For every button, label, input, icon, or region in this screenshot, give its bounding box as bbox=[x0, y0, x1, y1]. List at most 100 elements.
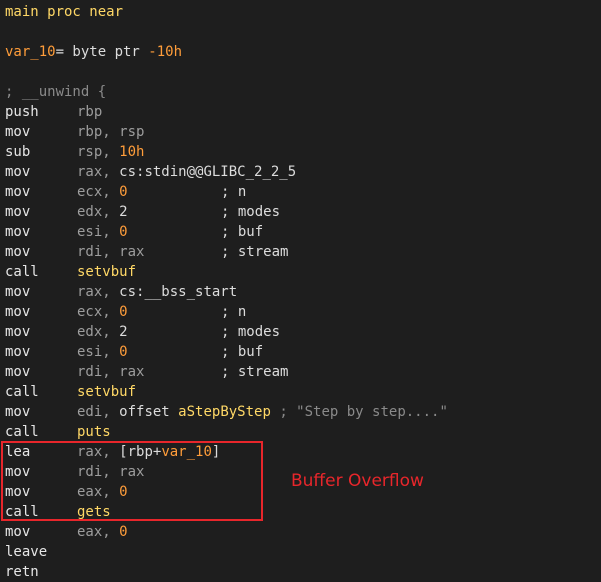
var-type: = byte ptr bbox=[55, 44, 149, 60]
register-operand: edi, bbox=[77, 404, 120, 420]
instruction-row[interactable]: retn bbox=[5, 562, 599, 582]
operands: setvbuf bbox=[77, 382, 136, 402]
proc-name[interactable]: main bbox=[5, 4, 39, 20]
register-operand: eax, bbox=[77, 484, 120, 500]
operands: eax, 0 bbox=[77, 482, 128, 502]
instruction-row[interactable]: mov esi, 0 ; buf bbox=[5, 342, 599, 362]
operands: edx, 2 bbox=[77, 202, 128, 222]
instruction-row[interactable]: mov esi, 0 ; buf bbox=[5, 222, 599, 242]
instruction-row[interactable]: mov edi, offset aStepByStep ; "Step by st… bbox=[5, 402, 599, 422]
symbol-reference[interactable]: puts bbox=[77, 424, 111, 440]
register-operand: rsp, bbox=[77, 144, 120, 160]
instruction-row[interactable]: sub rsp, 10h bbox=[5, 142, 599, 162]
mnemonic: call bbox=[5, 504, 39, 520]
immediate-operand: 0 bbox=[119, 224, 128, 240]
operand-text: ] bbox=[211, 444, 221, 460]
operand-text: [rbp+ bbox=[119, 444, 162, 460]
register-operand: rax, bbox=[77, 444, 120, 460]
operands: esi, 0 bbox=[77, 222, 128, 242]
inline-comment: ; "Step by step...." bbox=[270, 404, 448, 420]
instruction-row[interactable]: mov rdi, rax ; stream bbox=[5, 362, 599, 382]
instruction-row[interactable]: mov edx, 2 ; modes bbox=[5, 322, 599, 342]
operands: eax, 0 bbox=[77, 522, 128, 542]
mnemonic: call bbox=[5, 264, 39, 280]
instruction-row[interactable]: call gets bbox=[5, 502, 599, 522]
argument-comment: ; buf bbox=[221, 344, 264, 360]
instruction-row[interactable]: mov ecx, 0 ; n bbox=[5, 302, 599, 322]
operands: esi, 0 bbox=[77, 342, 128, 362]
argument-comment: ; n bbox=[221, 184, 247, 200]
mnemonic: mov bbox=[5, 364, 31, 380]
instruction-row[interactable]: mov edx, 2 ; modes bbox=[5, 202, 599, 222]
operands: puts bbox=[77, 422, 111, 442]
operands: rdi, rax bbox=[77, 242, 144, 262]
variable-reference[interactable]: var_10 bbox=[161, 444, 212, 460]
register-operand: edx, bbox=[77, 324, 120, 340]
mnemonic: push bbox=[5, 104, 39, 120]
mnemonic: mov bbox=[5, 244, 31, 260]
mnemonic: lea bbox=[5, 444, 31, 460]
register-operand: rbp bbox=[77, 104, 103, 120]
instruction-row[interactable]: leave bbox=[5, 542, 599, 562]
argument-comment: ; modes bbox=[221, 324, 281, 340]
mnemonic: retn bbox=[5, 564, 39, 580]
instruction-list: push rbp mov rbp, rsp sub rsp, 10h mov rax, cs:… bbox=[5, 102, 599, 582]
operands: setvbuf bbox=[77, 262, 136, 282]
instruction-row[interactable]: mov eax, 0 bbox=[5, 522, 599, 542]
argument-comment: ; modes bbox=[221, 204, 281, 220]
argument-comment: ; n bbox=[221, 304, 247, 320]
disassembly-listing: main proc near var_10= byte ptr -10h ; _… bbox=[5, 2, 599, 582]
mnemonic: leave bbox=[5, 544, 48, 560]
operands: rax, cs:__bss_start bbox=[77, 282, 237, 302]
instruction-row[interactable]: call setvbuf bbox=[5, 382, 599, 402]
operand-text: 2 bbox=[119, 324, 128, 340]
mnemonic: mov bbox=[5, 344, 31, 360]
instruction-row[interactable]: call puts bbox=[5, 422, 599, 442]
operands: rdi, rax bbox=[77, 462, 144, 482]
instruction-row[interactable]: mov rax, cs:__bss_start bbox=[5, 282, 599, 302]
symbol-reference[interactable]: setvbuf bbox=[77, 384, 136, 400]
operands: rbp bbox=[77, 102, 102, 122]
register-operand: rdi, rax bbox=[77, 464, 145, 480]
mnemonic: call bbox=[5, 424, 39, 440]
mnemonic: mov bbox=[5, 464, 31, 480]
symbol-reference[interactable]: setvbuf bbox=[77, 264, 136, 280]
register-operand: rdi, rax bbox=[77, 244, 145, 260]
operands: rsp, 10h bbox=[77, 142, 144, 162]
symbol-reference[interactable]: aStepByStep bbox=[178, 404, 271, 420]
instruction-row[interactable]: call setvbuf bbox=[5, 262, 599, 282]
instruction-row[interactable]: lea rax, [rbp+var_10] bbox=[5, 442, 599, 462]
immediate-operand: 0 bbox=[119, 524, 128, 540]
mnemonic: mov bbox=[5, 484, 31, 500]
register-operand: rax, bbox=[77, 284, 120, 300]
operands: rdi, rax bbox=[77, 362, 144, 382]
operands: gets bbox=[77, 502, 111, 522]
mnemonic: mov bbox=[5, 224, 31, 240]
immediate-operand: 0 bbox=[119, 184, 128, 200]
mnemonic: mov bbox=[5, 164, 31, 180]
instruction-row[interactable]: push rbp bbox=[5, 102, 599, 122]
mnemonic: sub bbox=[5, 144, 31, 160]
unwind-comment: ; __unwind { bbox=[5, 84, 107, 100]
operand-text: 2 bbox=[119, 204, 128, 220]
instruction-row[interactable]: mov rax, cs:stdin@@GLIBC_2_2_5 bbox=[5, 162, 599, 182]
var-name[interactable]: var_10 bbox=[5, 44, 56, 60]
argument-comment: ; stream bbox=[221, 364, 289, 380]
instruction-row[interactable]: mov ecx, 0 ; n bbox=[5, 182, 599, 202]
argument-comment: ; stream bbox=[221, 244, 289, 260]
register-operand: eax, bbox=[77, 524, 120, 540]
instruction-row[interactable]: mov rbp, rsp bbox=[5, 122, 599, 142]
immediate-operand: 0 bbox=[119, 484, 128, 500]
var-declaration: var_10= byte ptr -10h bbox=[5, 42, 599, 62]
immediate-operand: 0 bbox=[119, 344, 128, 360]
symbol-reference[interactable]: gets bbox=[77, 504, 111, 520]
immediate-operand: 10h bbox=[119, 144, 145, 160]
instruction-row[interactable]: mov rdi, rax ; stream bbox=[5, 242, 599, 262]
mnemonic: mov bbox=[5, 324, 31, 340]
mnemonic: mov bbox=[5, 524, 31, 540]
operands: rbp, rsp bbox=[77, 122, 144, 142]
mnemonic: mov bbox=[5, 204, 31, 220]
operands: ecx, 0 bbox=[77, 302, 128, 322]
proc-header: main proc near bbox=[5, 2, 599, 22]
